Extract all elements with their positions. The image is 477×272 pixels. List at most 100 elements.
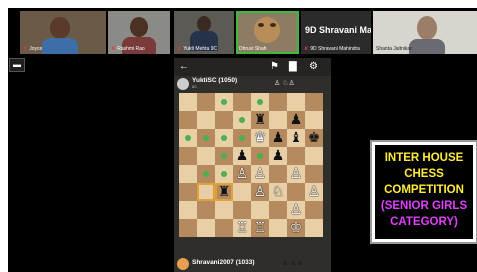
chess-piece[interactable]: ♟ bbox=[287, 111, 305, 129]
square-b6[interactable] bbox=[197, 129, 215, 147]
square-d8[interactable] bbox=[233, 93, 251, 111]
chat-icon[interactable]: ▇ bbox=[289, 61, 297, 73]
square-f5[interactable]: ♟ bbox=[269, 147, 287, 165]
square-d2[interactable] bbox=[233, 201, 251, 219]
square-f7[interactable] bbox=[269, 111, 287, 129]
square-c8[interactable] bbox=[215, 93, 233, 111]
square-c3[interactable]: ♜ bbox=[215, 183, 233, 201]
chess-piece[interactable]: ♛ bbox=[251, 129, 269, 147]
square-b2[interactable] bbox=[197, 201, 215, 219]
square-d7[interactable] bbox=[233, 111, 251, 129]
chess-piece[interactable]: ♟ bbox=[269, 147, 287, 165]
square-a3[interactable] bbox=[179, 183, 197, 201]
move-hint-dot[interactable] bbox=[221, 171, 227, 177]
square-a2[interactable] bbox=[179, 201, 197, 219]
square-h5[interactable] bbox=[305, 147, 323, 165]
chess-piece[interactable]: ♖ bbox=[251, 219, 269, 237]
chess-piece[interactable]: ♙ bbox=[287, 165, 305, 183]
square-a5[interactable] bbox=[179, 147, 197, 165]
move-hint-dot[interactable] bbox=[257, 153, 263, 159]
square-d4[interactable]: ♙ bbox=[233, 165, 251, 183]
square-h8[interactable] bbox=[305, 93, 323, 111]
move-hint-dot[interactable] bbox=[221, 153, 227, 159]
square-e3[interactable]: ♙ bbox=[251, 183, 269, 201]
square-h4[interactable] bbox=[305, 165, 323, 183]
square-h7[interactable] bbox=[305, 111, 323, 129]
move-hint-dot[interactable] bbox=[221, 135, 227, 141]
chess-piece[interactable]: ♟ bbox=[233, 147, 251, 165]
square-e1[interactable]: ♖ bbox=[251, 219, 269, 237]
square-c4[interactable] bbox=[215, 165, 233, 183]
chess-piece[interactable]: ♚ bbox=[305, 129, 323, 147]
chess-piece[interactable]: ♙ bbox=[287, 201, 305, 219]
move-hint-dot[interactable] bbox=[185, 135, 191, 141]
participant-tile-6[interactable]: Shanta Jaitnikar bbox=[373, 11, 477, 54]
square-h1[interactable] bbox=[305, 219, 323, 237]
square-b1[interactable] bbox=[197, 219, 215, 237]
participant-tile-4-active-speaker[interactable]: Dhruvi Shah bbox=[236, 11, 299, 54]
move-hint-dot[interactable] bbox=[239, 117, 245, 123]
move-hint-dot[interactable] bbox=[203, 171, 209, 177]
participant-tile-2[interactable]: ✘ Rashmi Rao bbox=[108, 11, 170, 54]
square-b4[interactable] bbox=[197, 165, 215, 183]
square-f1[interactable] bbox=[269, 219, 287, 237]
square-h2[interactable] bbox=[305, 201, 323, 219]
chess-piece[interactable]: ♜ bbox=[215, 183, 233, 201]
square-d5[interactable]: ♟ bbox=[233, 147, 251, 165]
square-g5[interactable] bbox=[287, 147, 305, 165]
chess-piece[interactable]: ♙ bbox=[305, 183, 323, 201]
move-hint-dot[interactable] bbox=[239, 135, 245, 141]
square-c2[interactable] bbox=[215, 201, 233, 219]
more-options-button[interactable]: ▬ bbox=[9, 58, 25, 72]
square-g4[interactable]: ♙ bbox=[287, 165, 305, 183]
square-f3[interactable]: ♘ bbox=[269, 183, 287, 201]
square-a1[interactable] bbox=[179, 219, 197, 237]
square-f4[interactable] bbox=[269, 165, 287, 183]
back-arrow-icon[interactable]: ← bbox=[179, 61, 189, 73]
square-a8[interactable] bbox=[179, 93, 197, 111]
square-b8[interactable] bbox=[197, 93, 215, 111]
chess-piece[interactable]: ♜ bbox=[251, 111, 269, 129]
square-e2[interactable] bbox=[251, 201, 269, 219]
square-d6[interactable] bbox=[233, 129, 251, 147]
square-c6[interactable] bbox=[215, 129, 233, 147]
square-c1[interactable] bbox=[215, 219, 233, 237]
square-g3[interactable] bbox=[287, 183, 305, 201]
square-a4[interactable] bbox=[179, 165, 197, 183]
square-b3[interactable] bbox=[197, 183, 215, 201]
square-e6[interactable]: ♛ bbox=[251, 129, 269, 147]
chess-piece[interactable]: ♟ bbox=[269, 129, 287, 147]
participant-tile-1[interactable]: ✘ Joyce bbox=[20, 11, 106, 54]
square-h3[interactable]: ♙ bbox=[305, 183, 323, 201]
chess-piece[interactable]: ♖ bbox=[233, 219, 251, 237]
square-b7[interactable] bbox=[197, 111, 215, 129]
chess-piece[interactable]: ♝ bbox=[287, 129, 305, 147]
square-e7[interactable]: ♜ bbox=[251, 111, 269, 129]
square-e4[interactable]: ♙ bbox=[251, 165, 269, 183]
square-b5[interactable] bbox=[197, 147, 215, 165]
participant-tile-5[interactable]: 9D Shravani Ma... ✘9D Shravani Mahindra bbox=[301, 11, 371, 54]
chess-piece[interactable]: ♙ bbox=[251, 183, 269, 201]
square-f2[interactable] bbox=[269, 201, 287, 219]
move-hint-dot[interactable] bbox=[203, 135, 209, 141]
participant-tile-3[interactable]: ✘ Yukti Mehta 9C bbox=[174, 11, 234, 54]
square-d1[interactable]: ♖ bbox=[233, 219, 251, 237]
gear-icon[interactable]: ⚙ bbox=[309, 61, 318, 73]
chess-piece[interactable]: ♙ bbox=[233, 165, 251, 183]
square-f8[interactable] bbox=[269, 93, 287, 111]
square-a6[interactable] bbox=[179, 129, 197, 147]
square-g2[interactable]: ♙ bbox=[287, 201, 305, 219]
move-hint-dot[interactable] bbox=[221, 99, 227, 105]
square-d3[interactable] bbox=[233, 183, 251, 201]
square-f6[interactable]: ♟ bbox=[269, 129, 287, 147]
square-e8[interactable] bbox=[251, 93, 269, 111]
square-a7[interactable] bbox=[179, 111, 197, 129]
square-g8[interactable] bbox=[287, 93, 305, 111]
square-c5[interactable] bbox=[215, 147, 233, 165]
square-g1[interactable]: ♔ bbox=[287, 219, 305, 237]
chess-piece[interactable]: ♙ bbox=[251, 165, 269, 183]
flag-icon[interactable]: ⚑ bbox=[270, 61, 279, 73]
square-c7[interactable] bbox=[215, 111, 233, 129]
square-e5[interactable] bbox=[251, 147, 269, 165]
square-h6[interactable]: ♚ bbox=[305, 129, 323, 147]
